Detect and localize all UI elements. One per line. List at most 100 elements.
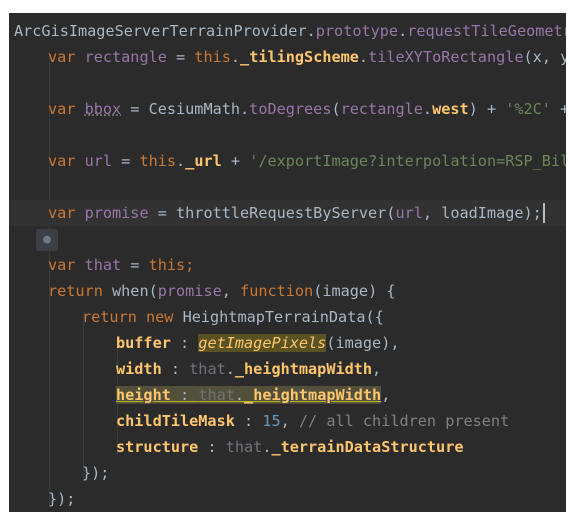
code-line[interactable] (9, 122, 566, 148)
code-token: HeightmapTerrainData({ (182, 308, 384, 326)
code-token: }); (48, 490, 76, 508)
code-token: this (148, 256, 186, 274)
code-line[interactable]: var that = this; (9, 252, 566, 278)
code-line-text: var url = this._url + '/exportImage?inte… (48, 148, 566, 174)
code-token: url (395, 204, 423, 222)
code-token: prototype (315, 22, 399, 40)
code-token: function (240, 282, 314, 300)
code-line[interactable] (9, 174, 566, 200)
code-token: when( (112, 282, 158, 300)
code-token: . (230, 48, 241, 66)
code-token: buffer (116, 334, 171, 352)
code-token: west (432, 100, 469, 118)
code-line-text: var promise = throttleRequestByServer(ur… (48, 200, 542, 226)
code-token: '/exportImage?interpolation=RSP_Bilinear… (249, 152, 566, 170)
code-line-text: buffer : getImagePixels(image), (116, 330, 399, 356)
code-token: getImagePixels (198, 334, 327, 352)
code-line[interactable]: }); (9, 486, 566, 512)
code-line-text: return new HeightmapTerrainData({ (82, 304, 384, 330)
code-line[interactable]: structure : that._terrainDataStructure (9, 434, 566, 460)
code-token: = (112, 152, 140, 170)
code-token: // all children present (298, 412, 510, 430)
code-token: = (121, 256, 149, 274)
code-line[interactable] (9, 70, 566, 96)
code-token: (x, y, level); (523, 48, 566, 66)
code-line-text: height : that._heightmapWidth, (116, 382, 390, 408)
code-line[interactable]: }); (9, 460, 566, 486)
code-line[interactable]: var rectangle = this._tilingScheme.tileX… (9, 44, 566, 70)
intention-bulb-icon[interactable]: ● (36, 229, 58, 251)
code-line[interactable]: var promise = throttleRequestByServer(ur… (9, 200, 566, 226)
code-line[interactable]: childTileMask : 15, // all children pres… (9, 408, 566, 434)
code-token: . (398, 22, 408, 40)
code-token: : (170, 334, 199, 352)
code-token: ( (331, 100, 341, 118)
code-token: that (84, 256, 122, 274)
code-token: = (166, 48, 195, 66)
code-token: return new (82, 308, 183, 326)
code-editor[interactable]: ArcGisImageServerTerrainProvider.prototy… (9, 13, 566, 512)
code-token: tileXYToRectangle (368, 48, 524, 66)
code-token: rectangle (340, 100, 423, 118)
code-token: 15 (262, 412, 281, 430)
code-line-text: childTileMask : 15, // all children pres… (116, 408, 509, 434)
code-token: ) + (468, 100, 506, 118)
code-token: , (381, 386, 391, 404)
code-line[interactable]: var bbox = CesiumMath.toDegrees(rectangl… (9, 96, 566, 122)
code-token: return (48, 282, 113, 300)
code-token: (image), (326, 334, 400, 352)
code-line[interactable]: var url = this._url + '/exportImage?inte… (9, 148, 566, 174)
code-token: _terrainDataStructure (271, 438, 464, 456)
code-token: + (221, 152, 250, 170)
code-token: . (176, 152, 186, 170)
code-line[interactable] (9, 226, 566, 252)
code-token: . (234, 386, 245, 404)
code-line[interactable]: height : that._heightmapWidth, (9, 382, 566, 408)
code-token: childTileMask (116, 412, 235, 430)
code-token: var (48, 48, 85, 66)
code-line[interactable]: ArcGisImageServerTerrainProvider.prototy… (9, 18, 566, 44)
code-token: : (234, 412, 263, 430)
code-line[interactable]: return when(promise, function(image) { (9, 278, 566, 304)
code-token: that (225, 438, 263, 456)
code-token: _url (185, 152, 222, 170)
code-token: _tilingScheme (240, 48, 359, 66)
code-token: , (372, 360, 382, 378)
code-token: var (48, 152, 85, 170)
code-token: . (225, 360, 235, 378)
code-token: this (139, 152, 177, 170)
code-token: }); (82, 464, 110, 482)
code-token: _heightmapWidth (234, 360, 373, 378)
code-line-text: }); (48, 486, 75, 512)
code-line-text: width : that._heightmapWidth, (116, 356, 381, 382)
code-token: + CesiumMath (560, 100, 566, 118)
code-line-text: ArcGisImageServerTerrainProvider.prototy… (14, 18, 566, 44)
code-token: bbox (84, 100, 122, 118)
code-token: (image) { (313, 282, 396, 300)
code-token: toDegrees (249, 100, 332, 118)
code-line[interactable]: return new HeightmapTerrainData({ (9, 304, 566, 330)
code-token: structure (116, 438, 199, 456)
code-token: this (194, 48, 231, 66)
code-token: var (48, 204, 85, 222)
code-token: that (198, 386, 235, 404)
code-token: that (189, 360, 226, 378)
code-line-text: structure : that._terrainDataStructure (116, 434, 464, 460)
code-token: '%2C' (505, 100, 551, 118)
code-token: height (116, 386, 171, 404)
code-token: , (221, 282, 241, 300)
code-token: promise (84, 204, 149, 222)
code-line[interactable]: width : that._heightmapWidth, (9, 356, 566, 382)
code-token: _heightmapWidth (244, 386, 382, 404)
code-token: promise (157, 282, 222, 300)
code-token: , loadImage); (422, 204, 542, 222)
code-token: = throttleRequestByServer( (148, 204, 396, 222)
code-line-text: return when(promise, function(image) { (48, 278, 396, 304)
code-token: ; (185, 256, 195, 274)
code-token: : (161, 360, 190, 378)
code-token: rectangle (84, 48, 167, 66)
code-token: , (280, 412, 299, 430)
code-line-text: var bbox = CesiumMath.toDegrees(rectangl… (48, 96, 566, 122)
code-line[interactable]: buffer : getImagePixels(image), (9, 330, 566, 356)
code-token: requestTileGeometry (407, 22, 566, 40)
